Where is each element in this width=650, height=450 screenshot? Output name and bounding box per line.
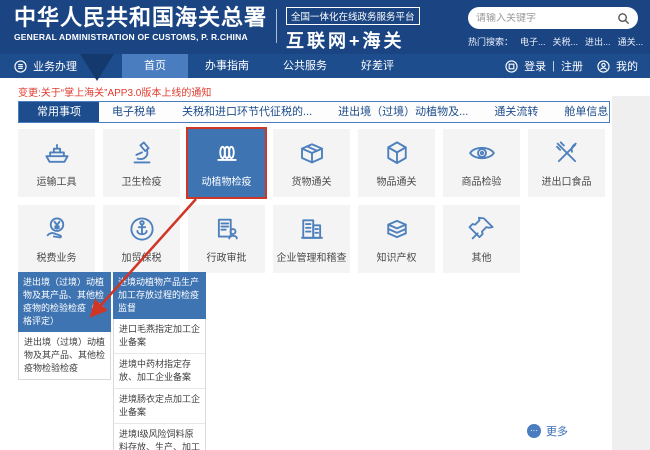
platform-badge: 全国一体化在线政务服务平台 (286, 7, 420, 25)
nav-tabs: 首页 办事指南 公共服务 好差评 (122, 54, 411, 78)
grid-item-label: 知识产权 (377, 249, 417, 264)
grid-item-label: 货物通关 (292, 173, 332, 188)
popup-menu-item[interactable]: 进出境（过境）动植物及其产品、其他检疫物检验检疫 (19, 332, 110, 379)
grid-item-tax-services[interactable]: 税费业务 (18, 205, 95, 273)
login-link[interactable]: 登录 (524, 58, 546, 74)
grid-item-intellectual-property[interactable]: 知识产权 (358, 205, 435, 273)
grid-item-label: 其他 (472, 249, 492, 264)
category-tab-animal-plant[interactable]: 进出境（过境）动植物及... (325, 102, 481, 122)
grid-item-processing-bonded[interactable]: 加贸保税 (103, 205, 180, 273)
pin-icon (467, 214, 497, 244)
more-icon: ⋯ (527, 424, 541, 438)
hot-search-item[interactable]: 关税... (553, 35, 579, 48)
customs-portal-page: 中华人民共和国海关总署 GENERAL ADMINISTRATION OF CU… (0, 0, 650, 450)
grid-item-cargo-clearance[interactable]: 货物通关 (273, 129, 350, 197)
search-input[interactable] (476, 13, 617, 24)
eye-icon (467, 138, 497, 168)
popup-menu-item[interactable]: 进口毛燕指定加工企业备案 (114, 319, 205, 354)
grid-item-other[interactable]: 其他 (443, 205, 520, 273)
login-icon (505, 60, 518, 73)
nav-tab-home[interactable]: 首页 (122, 54, 188, 78)
business-menu-button[interactable]: 业务办理 (14, 54, 77, 78)
approval-doc-icon (212, 214, 242, 244)
grid-item-label: 行政审批 (207, 249, 247, 264)
search-icon[interactable] (617, 12, 630, 25)
header-divider (276, 9, 277, 43)
more-link[interactable]: ⋯ 更多 (527, 423, 568, 439)
grid-item-label: 物品通关 (377, 173, 417, 188)
popup-menu-item[interactable]: 进境Ⅰ级风险饲料原料存放、生产、加工过程的检疫监督 (114, 424, 205, 450)
site-header: 中华人民共和国海关总署 GENERAL ADMINISTRATION OF CU… (0, 0, 650, 54)
category-tab-common[interactable]: 常用事项 (19, 102, 99, 122)
hot-search-item[interactable]: 电子... (520, 35, 546, 48)
grid-item-label: 商品检验 (462, 173, 502, 188)
nav-tab-guide[interactable]: 办事指南 (188, 54, 266, 78)
category-tab-bar: 常用事项 电子税单 关税和进口环节代征税的... 进出境（过境）动植物及... … (18, 101, 610, 123)
hot-search-item[interactable]: 进出... (585, 35, 611, 48)
search-box[interactable] (468, 7, 638, 29)
books-icon (382, 214, 412, 244)
grid-item-import-export-food[interactable]: 进出口食品 (528, 129, 605, 197)
grid-item-label: 卫生检疫 (122, 173, 162, 188)
popup-inspection-menu: 进出境（过境）动植物及其产品、其他检疫物的检验检疫（合格评定） 进出境（过境）动… (18, 272, 111, 380)
grid-item-enterprise-management[interactable]: 企业管理和稽查 (273, 205, 350, 273)
grid-item-label: 进出口食品 (542, 173, 592, 188)
popup-header[interactable]: 进境动植物产品生产加工存放过程的检疫监督 (113, 272, 206, 319)
grid-item-label: 运输工具 (37, 173, 77, 188)
site-title-cn: 中华人民共和国海关总署 (14, 5, 267, 31)
plant-quarantine-icon (212, 138, 242, 168)
popup-supervision-menu: 进境动植物产品生产加工存放过程的检疫监督 进口毛燕指定加工企业备案 进境中药材指… (113, 272, 206, 450)
hot-search-bar: 热门搜索： 电子... 关税... 进出... 通关... (468, 35, 643, 48)
grid-item-transport[interactable]: 运输工具 (18, 129, 95, 197)
ship-icon (42, 138, 72, 168)
food-icon (552, 138, 582, 168)
menu-icon (14, 60, 27, 73)
grid-item-health-quarantine[interactable]: 卫生检疫 (103, 129, 180, 197)
nav-account-area: 登录 | 注册 我的 (505, 54, 638, 78)
grid-item-label: 动植物检疫 (202, 173, 252, 188)
platform-name: 互联网+海关 (286, 27, 420, 53)
notice-link[interactable]: 变更:关于“掌上海关”APP3.0版本上线的通知 (18, 84, 211, 99)
category-tab-manifest[interactable]: 舱单信息 (551, 102, 621, 122)
business-menu-label: 业务办理 (33, 58, 77, 74)
register-link[interactable]: 注册 (561, 58, 583, 74)
platform-brand: 全国一体化在线政务服务平台 互联网+海关 (286, 7, 420, 53)
category-tab-clearance-flow[interactable]: 通关流转 (481, 102, 551, 122)
grid-item-commodity-inspection[interactable]: 商品检验 (443, 129, 520, 197)
site-title-en: GENERAL ADMINISTRATION OF CUSTOMS, P. R.… (14, 32, 267, 42)
main-nav: 业务办理 首页 办事指南 公共服务 好差评 登录 | 注册 我的 (0, 54, 650, 78)
hot-search-label: 热门搜索： (468, 35, 513, 48)
popup-header[interactable]: 进出境（过境）动植物及其产品、其他检疫物的检验检疫（合格评定） (18, 272, 111, 332)
nav-tab-rating[interactable]: 好差评 (344, 54, 411, 78)
popup-menu-item[interactable]: 进境中药材指定存放、加工企业备案 (114, 354, 205, 389)
grid-item-article-clearance[interactable]: 物品通关 (358, 129, 435, 197)
user-icon (597, 60, 610, 73)
site-logo[interactable]: 中华人民共和国海关总署 GENERAL ADMINISTRATION OF CU… (14, 5, 267, 42)
microscope-icon (127, 138, 157, 168)
nav-tab-public-service[interactable]: 公共服务 (266, 54, 344, 78)
anchor-icon (127, 214, 157, 244)
my-account-link[interactable]: 我的 (616, 58, 638, 74)
grid-item-administrative-approval[interactable]: 行政审批 (188, 205, 265, 273)
tax-coin-icon (42, 214, 72, 244)
grid-item-label: 企业管理和稽查 (277, 249, 347, 264)
cube-icon (382, 138, 412, 168)
hot-search-item[interactable]: 通关... (618, 35, 644, 48)
grid-item-label: 税费业务 (37, 249, 77, 264)
login-register-divider: | (552, 60, 555, 72)
building-icon (297, 214, 327, 244)
category-tab-etax[interactable]: 电子税单 (99, 102, 169, 122)
page-gutter (612, 96, 650, 450)
grid-item-label: 加贸保税 (122, 249, 162, 264)
menu-pennant-arrow (80, 54, 114, 81)
grid-item-animal-plant-quarantine[interactable]: 动植物检疫 (188, 129, 265, 197)
category-tab-tariff[interactable]: 关税和进口环节代征税的... (169, 102, 325, 122)
more-label: 更多 (546, 423, 568, 439)
cargo-box-icon (297, 138, 327, 168)
popup-menu-item[interactable]: 进境肠衣定点加工企业备案 (114, 389, 205, 424)
